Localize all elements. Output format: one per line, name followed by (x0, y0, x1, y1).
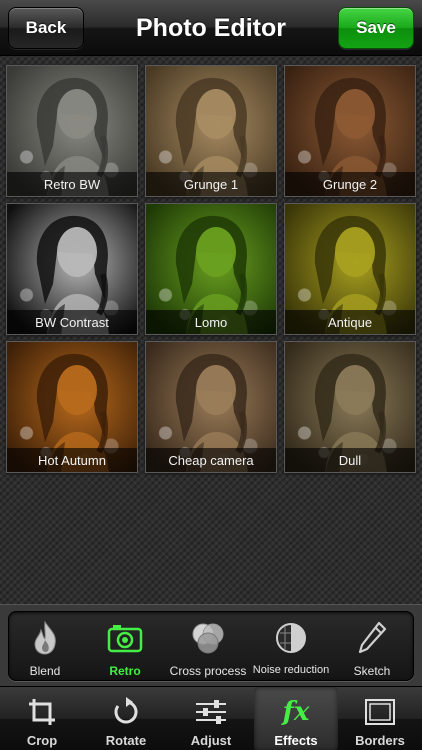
tab-label: Effects (274, 733, 318, 748)
pencil-icon (352, 618, 392, 658)
effect-category-bar: Blend Retro Cross process Noise reductio… (0, 604, 422, 686)
category-blend[interactable]: Blend (9, 612, 81, 682)
effect-category-panel: Blend Retro Cross process Noise reductio… (8, 611, 414, 681)
save-button[interactable]: Save (338, 7, 414, 49)
tab-label: Borders (355, 733, 405, 748)
effect-thumb-lomo[interactable]: Lomo (145, 203, 277, 335)
effect-label: Antique (285, 310, 415, 334)
category-retro[interactable]: Retro (89, 612, 161, 682)
half-circle-icon (271, 618, 311, 658)
category-label: Cross process (169, 664, 247, 678)
effect-thumb-hot-autumn[interactable]: Hot Autumn (6, 341, 138, 473)
effect-label: Grunge 1 (146, 172, 276, 196)
category-label: Blend (29, 664, 61, 678)
category-label: Retro (109, 664, 141, 678)
category-noise-reduction[interactable]: Noise reduction (251, 612, 331, 682)
category-cross-process[interactable]: Cross process (167, 612, 249, 682)
effect-label: Dull (285, 448, 415, 472)
page-title: Photo Editor (136, 13, 286, 42)
camera-icon (105, 618, 145, 658)
sliders-icon (194, 695, 228, 729)
back-button[interactable]: Back (8, 7, 84, 49)
fx-icon: fx (282, 697, 310, 727)
tab-rotate[interactable]: Rotate (84, 687, 168, 750)
effect-label: Retro BW (7, 172, 137, 196)
effect-thumb-antique[interactable]: Antique (284, 203, 416, 335)
tab-crop[interactable]: Crop (0, 687, 84, 750)
effect-label: BW Contrast (7, 310, 137, 334)
tab-effects[interactable]: fx Effects (254, 687, 338, 750)
effects-grid: Retro BW Grunge 1 Grunge 2 BW Contrast L… (6, 65, 416, 473)
effect-label: Hot Autumn (7, 448, 137, 472)
crop-icon (25, 695, 59, 729)
frame-icon (363, 695, 397, 729)
effect-thumb-retro-bw[interactable]: Retro BW (6, 65, 138, 197)
tab-label: Crop (26, 733, 58, 748)
category-sketch[interactable]: Sketch (337, 612, 407, 682)
effect-label: Grunge 2 (285, 172, 415, 196)
nav-bar: Back Photo Editor Save (0, 0, 422, 56)
flame-icon (25, 618, 65, 658)
effect-thumb-grunge-2[interactable]: Grunge 2 (284, 65, 416, 197)
effect-thumb-grunge-1[interactable]: Grunge 1 (145, 65, 277, 197)
effect-label: Lomo (146, 310, 276, 334)
tab-label: Adjust (190, 733, 232, 748)
effect-label: Cheap camera (146, 448, 276, 472)
overlapping-circles-icon (188, 618, 228, 658)
rotate-icon (109, 695, 143, 729)
effect-thumb-bw-contrast[interactable]: BW Contrast (6, 203, 138, 335)
tab-bar: Crop Rotate Adjust fx Effects Borders (0, 686, 422, 750)
effect-thumb-cheap-camera[interactable]: Cheap camera (145, 341, 277, 473)
tab-borders[interactable]: Borders (338, 687, 422, 750)
tab-label: Rotate (105, 733, 147, 748)
effect-thumb-dull[interactable]: Dull (284, 341, 416, 473)
category-label: Sketch (353, 664, 391, 678)
effects-gallery: Retro BW Grunge 1 Grunge 2 BW Contrast L… (0, 56, 422, 604)
category-label: Noise reduction (252, 664, 330, 676)
tab-adjust[interactable]: Adjust (169, 687, 253, 750)
